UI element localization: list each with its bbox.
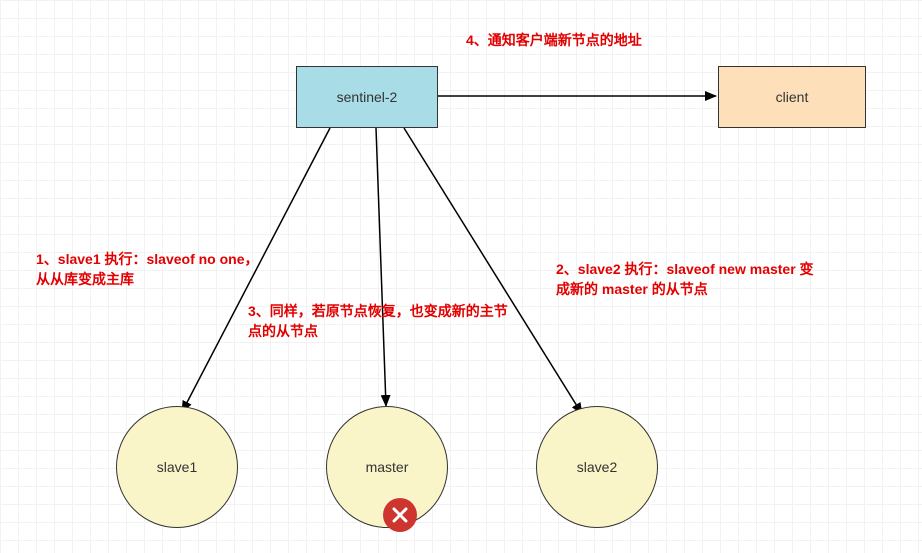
node-sentinel: sentinel-2	[296, 66, 438, 128]
node-client: client	[718, 66, 866, 128]
annotation-3: 3、同样，若原节点恢复，也变成新的主节点的从节点	[248, 301, 518, 342]
node-slave1-label: slave1	[157, 459, 197, 475]
annotation-4: 4、通知客户端新节点的地址	[466, 30, 716, 50]
node-sentinel-label: sentinel-2	[337, 89, 398, 105]
node-client-label: client	[776, 89, 809, 105]
annotation-2: 2、slave2 执行：slaveof new master 变成新的 mast…	[556, 259, 816, 300]
edge-sentinel-master	[376, 128, 386, 406]
node-slave2-label: slave2	[577, 459, 617, 475]
close-icon	[383, 498, 417, 532]
annotation-1: 1、slave1 执行：slaveof no one，从从库变成主库	[36, 249, 270, 290]
node-master-label: master	[366, 459, 409, 475]
node-slave2: slave2	[536, 406, 658, 528]
node-slave1: slave1	[116, 406, 238, 528]
